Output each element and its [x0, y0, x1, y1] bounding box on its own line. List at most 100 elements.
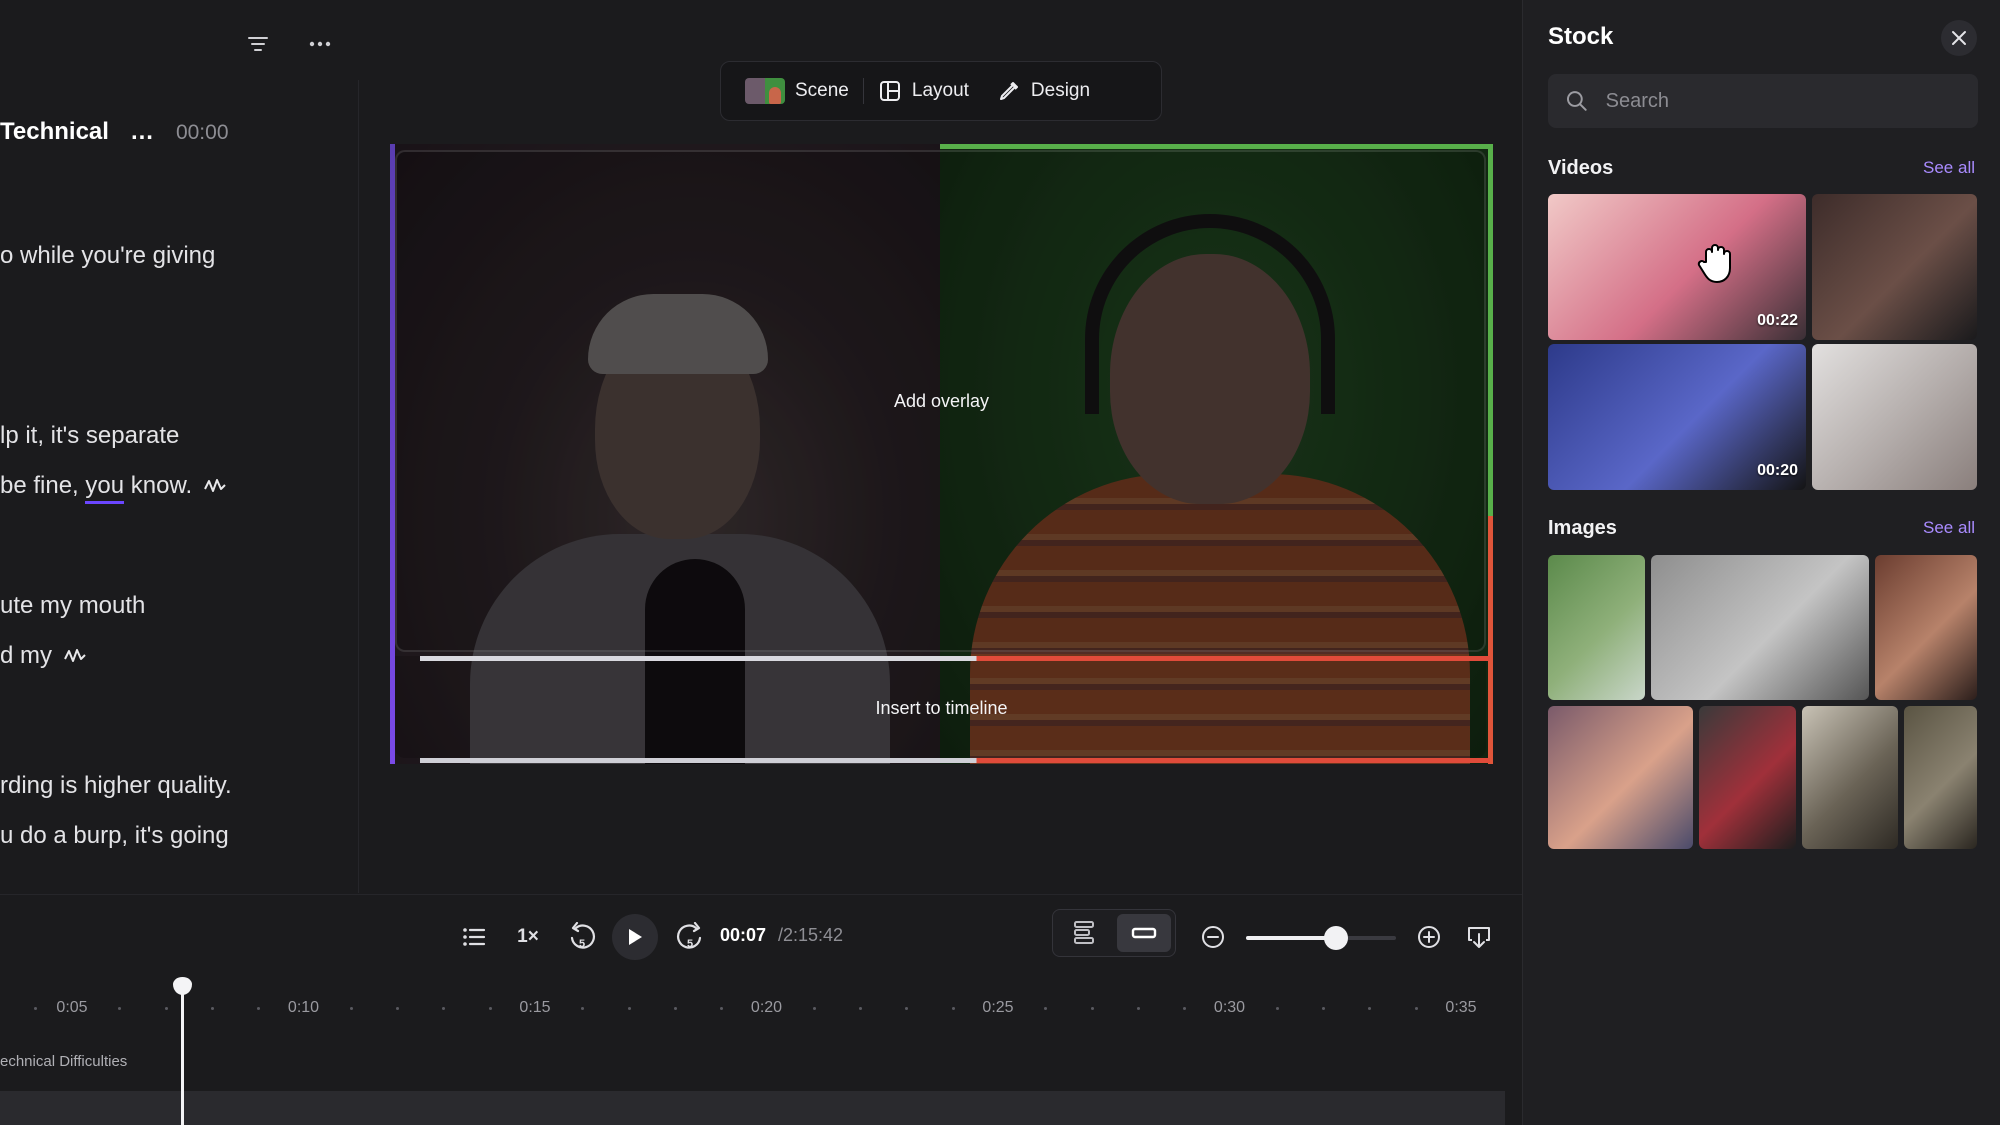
script-timestamp: 00:00 [175, 121, 229, 144]
stock-image-thumbnail[interactable] [1548, 706, 1693, 849]
timeline-tick-dot [396, 1007, 400, 1010]
play-button[interactable] [612, 914, 658, 960]
timeline-tick-dot [442, 1007, 446, 1010]
timeline-tick-dot [905, 1007, 909, 1010]
zone-accent-top [940, 144, 1493, 149]
speed-button[interactable]: 1× [508, 919, 548, 955]
timeline-tick-dot [34, 1007, 37, 1010]
script-line[interactable]: d my [0, 642, 86, 670]
script-line[interactable]: o while you're giving [0, 242, 215, 270]
zoom-slider-handle[interactable] [1324, 926, 1348, 950]
tab-scene[interactable]: Scene [731, 71, 863, 111]
rewind-5-icon[interactable]: 5 [564, 919, 600, 955]
timeline-tick-label: 0:35 [1445, 999, 1477, 1016]
script-toolbar [240, 28, 338, 60]
tab-scene-label: Scene [795, 80, 849, 101]
script-line[interactable]: ute my mouth [0, 592, 145, 620]
filter-icon[interactable] [240, 28, 276, 60]
video-stage[interactable]: Add overlay Insert to timeline [390, 144, 1493, 764]
playhead[interactable] [181, 979, 184, 1125]
audio-wave-icon[interactable] [64, 647, 86, 665]
timeline-tick-dot [1322, 1007, 1326, 1010]
chapters-icon[interactable] [456, 919, 492, 955]
playhead-handle[interactable] [173, 977, 192, 995]
tab-design[interactable]: Design [983, 71, 1104, 111]
script-line[interactable]: be fine, you know. [0, 472, 226, 504]
stock-image-thumbnail[interactable] [1875, 555, 1977, 700]
script-line-text: d my [0, 642, 53, 669]
audio-wave-icon[interactable] [204, 477, 226, 495]
zone-divider-line [420, 656, 1490, 661]
script-line-text: u do a burp, it's going [0, 822, 229, 849]
timeline-tick-dot [812, 1007, 816, 1010]
script-line-post: know. [124, 472, 193, 499]
images-see-all-link[interactable]: See all [1923, 518, 1975, 538]
timeline-tick-label: 0:30 [1213, 999, 1246, 1016]
view-tabs: Scene Layout Design [720, 61, 1162, 121]
script-line[interactable]: u do a burp, it's going [0, 822, 229, 850]
script-pane: Technical ... 00:00 o while you're givin… [0, 0, 358, 893]
timeline-tick-dot [210, 1007, 214, 1010]
timeline-tick-label: 0:20 [750, 999, 783, 1016]
script-title[interactable]: Technical [0, 118, 109, 146]
script-line[interactable]: lp it, it's separate [0, 422, 179, 450]
scene-thumbnail [745, 78, 785, 104]
stock-image-thumbnail[interactable] [1699, 706, 1796, 849]
forward-5-icon[interactable]: 5 [672, 919, 708, 955]
stock-image-thumbnail[interactable] [1548, 555, 1645, 700]
search-icon [1566, 91, 1587, 111]
timeline-clip[interactable] [0, 1091, 1505, 1125]
timeline-tick-dot [1183, 1007, 1187, 1010]
current-time: 00:07 [720, 925, 767, 945]
close-icon[interactable] [1941, 20, 1977, 56]
stock-video-thumbnail[interactable]: 00:20 [1548, 344, 1806, 490]
timeline-tick-dot [1136, 1007, 1140, 1010]
script-line-text: rding is higher quality. [0, 772, 232, 799]
single-track-view-button[interactable] [1117, 914, 1171, 952]
zoom-in-icon[interactable] [1412, 919, 1446, 955]
stock-video-thumbnail[interactable]: 00:22 [1548, 194, 1806, 340]
player-bar: 1× 5 5 00:07 /2:15:42 [0, 895, 1522, 979]
timeline-tick-dot [1275, 1007, 1279, 1010]
zoom-slider-fill [1246, 936, 1336, 940]
videos-see-all-link[interactable]: See all [1923, 158, 1975, 178]
script-more-button[interactable]: ... [131, 118, 154, 146]
tab-design-label: Design [1030, 80, 1091, 101]
stock-video-thumbnail[interactable] [1812, 194, 1977, 340]
timeline-tick-dot [349, 1007, 353, 1010]
timeline-tick-dot [1044, 1007, 1048, 1010]
timeline-tick-dot [488, 1007, 492, 1010]
more-options-icon[interactable] [302, 28, 338, 60]
zoom-out-icon[interactable] [1196, 919, 1230, 955]
script-title-row: Technical ... 00:00 [0, 118, 229, 146]
script-line-text: o while you're giving [0, 242, 216, 269]
timeline-tick-dot [118, 1007, 122, 1010]
video-duration: 00:20 [1757, 462, 1798, 479]
stock-image-thumbnail[interactable] [1651, 555, 1869, 700]
video-duration: 00:22 [1757, 312, 1798, 329]
highlighted-word[interactable]: you [85, 472, 125, 504]
timeline-tick-dot [257, 1007, 261, 1010]
tab-layout[interactable]: Layout [864, 71, 983, 111]
timeline-tick-dot [951, 1007, 955, 1010]
search-input[interactable] [1605, 89, 1960, 113]
zoom-slider[interactable] [1246, 926, 1396, 950]
layout-icon [879, 81, 900, 101]
stock-video-thumbnail[interactable] [1812, 344, 1977, 490]
timeline-tick-dot [673, 1007, 677, 1010]
videos-heading: Videos [1548, 157, 1614, 179]
timeline-tick-label: 0:05 [56, 999, 88, 1016]
stock-search[interactable] [1548, 74, 1978, 128]
pane-divider [358, 80, 359, 893]
svg-text:5: 5 [579, 938, 585, 950]
timeline-tick-dot [1414, 1007, 1418, 1010]
timeline-tick-dot [627, 1007, 631, 1010]
script-line[interactable]: rding is higher quality. [0, 772, 232, 800]
stock-panel: Stock Videos See all 00:22 00:20 Images S… [1522, 0, 2000, 1125]
stock-image-thumbnail[interactable] [1802, 706, 1898, 849]
export-icon[interactable] [1462, 919, 1496, 955]
multitrack-view-button[interactable] [1057, 914, 1111, 952]
stock-image-thumbnail[interactable] [1904, 706, 1977, 849]
timeline[interactable]: 0:05 0:10 0:15 0:20 0:25 0:30 0:35 echnical Di… [0, 977, 1505, 1125]
timeline-tick-dot [859, 1007, 863, 1010]
